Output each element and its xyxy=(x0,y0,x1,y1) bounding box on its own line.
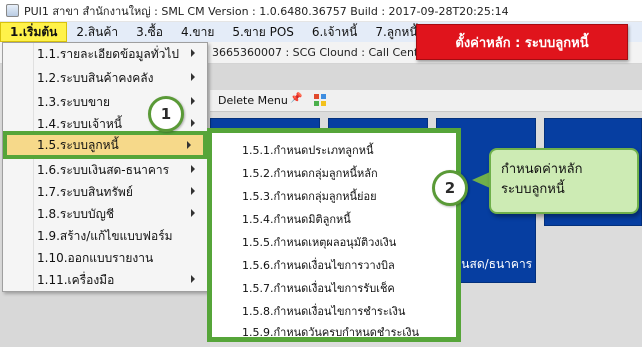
title-bar: PUI1 สาขา สำนักงานใหญ่ : SML CM Version … xyxy=(0,0,642,22)
sub-toolbar: Delete Menu 📌 xyxy=(210,90,642,112)
menu-item-label: 1.3.ระบบขาย xyxy=(37,94,110,109)
menu-pos[interactable]: 5.ขาย POS xyxy=(223,22,303,42)
callout-line-2: ระบบลูกหนี้ xyxy=(501,182,565,197)
menu-item-label: 1.10.ออกแบบรายงาน xyxy=(37,250,154,265)
debtors-submenu: 1.5.1.กำหนดประเภทลูกหนี้ 1.5.2.กำหนดกลุ่… xyxy=(207,128,461,342)
submenu-arrow-icon xyxy=(191,209,195,217)
menu-products[interactable]: 2.สินค้า xyxy=(67,22,127,42)
menu-item-general-info[interactable]: 1.1.รายละเอียดข้อมูลทั่วไป xyxy=(3,43,207,65)
submenu-arrow-icon xyxy=(187,141,191,149)
submenu-item-credit-approval-reasons[interactable]: 1.5.5.กำหนดเหตุผลอนุมัติวงเงิน xyxy=(242,231,396,252)
submenu-item-sub-debtor-groups[interactable]: 1.5.3.กำหนดกลุ่มลูกหนี้ย่อย xyxy=(242,185,377,206)
start-dropdown-menu: 1.1.รายละเอียดข้อมูลทั่วไป 1.2.ระบบสินค้… xyxy=(2,42,208,292)
step-1-marker: 1 xyxy=(148,96,184,132)
submenu-item-payment-due-days[interactable]: 1.5.9.กำหนดวันครบกำหนดชำระเงิน xyxy=(242,321,419,342)
status-text: 3665360007 : SCG Clound : Call Cent xyxy=(212,46,419,59)
grid-icon[interactable] xyxy=(314,94,326,106)
menu-item-inventory[interactable]: 1.2.ระบบสินค้าคงคลัง xyxy=(3,67,207,89)
menu-item-assets[interactable]: 1.7.ระบบสินทรัพย์ xyxy=(3,181,207,203)
menu-creditors[interactable]: 6.เจ้าหนี้ xyxy=(303,22,366,42)
submenu-item-debtor-dimensions[interactable]: 1.5.4.กำหนดมิติลูกหนี้ xyxy=(242,208,351,229)
menu-item-form-designer[interactable]: 1.9.สร้าง/แก้ไขแบบฟอร์ม xyxy=(3,225,207,247)
delete-menu-button[interactable]: Delete Menu xyxy=(218,94,288,107)
submenu-arrow-icon xyxy=(191,165,195,173)
submenu-arrow-icon xyxy=(191,187,195,195)
submenu-arrow-icon xyxy=(191,49,195,57)
menu-item-label: 1.5.ระบบลูกหนี้ xyxy=(37,137,119,152)
menu-item-label: 1.6.ระบบเงินสด-ธนาคาร xyxy=(37,162,170,177)
window-title: PUI1 สาขา สำนักงานใหญ่ : SML CM Version … xyxy=(24,4,509,18)
menu-item-label: 1.9.สร้าง/แก้ไขแบบฟอร์ม xyxy=(37,228,173,243)
section-banner: ตั้งค่าหลัก : ระบบลูกหนี้ xyxy=(416,24,628,60)
submenu-item-debtor-types[interactable]: 1.5.1.กำหนดประเภทลูกหนี้ xyxy=(242,139,373,160)
submenu-item-payment-conditions[interactable]: 1.5.8.กำหนดเงื่อนไขการชำระเงิน xyxy=(242,300,405,321)
menu-item-cash-bank[interactable]: 1.6.ระบบเงินสด-ธนาคาร xyxy=(3,159,207,181)
submenu-arrow-icon xyxy=(191,97,195,105)
menu-item-label: 1.11.เครื่องมือ xyxy=(37,272,115,287)
menu-start[interactable]: 1.เริ่มต้น xyxy=(0,22,68,42)
submenu-arrow-icon xyxy=(191,119,195,127)
menu-purchase[interactable]: 3.ซื้อ xyxy=(127,22,172,42)
menu-sales[interactable]: 4.ขาย xyxy=(172,22,223,42)
menu-item-label: 1.8.ระบบบัญชี xyxy=(37,206,115,221)
callout-line-1: กำหนดค่าหลัก xyxy=(501,162,583,177)
submenu-item-billing-conditions[interactable]: 1.5.6.กำหนดเงื่อนไขการวางบิล xyxy=(242,254,395,275)
menu-item-accounting[interactable]: 1.8.ระบบบัญชี xyxy=(3,203,207,225)
app-icon xyxy=(6,4,19,17)
menu-item-label: 1.1.รายละเอียดข้อมูลทั่วไป xyxy=(37,46,180,61)
menu-item-label: 1.7.ระบบสินทรัพย์ xyxy=(37,184,133,199)
callout-tail xyxy=(472,172,490,188)
menu-item-label: 1.2.ระบบสินค้าคงคลัง xyxy=(37,70,154,85)
submenu-item-main-debtor-groups[interactable]: 1.5.2.กำหนดกลุ่มลูกหนี้หลัก xyxy=(242,162,378,183)
submenu-item-cheque-conditions[interactable]: 1.5.7.กำหนดเงื่อนไขการรับเช็ค xyxy=(242,277,395,298)
menu-item-debtors-system[interactable]: 1.5.ระบบลูกหนี้ xyxy=(3,131,207,159)
menu-item-tools[interactable]: 1.11.เครื่องมือ xyxy=(3,269,207,291)
submenu-arrow-icon xyxy=(191,73,195,81)
menu-item-report-designer[interactable]: 1.10.ออกแบบรายงาน xyxy=(3,247,207,269)
submenu-arrow-icon xyxy=(191,275,195,283)
pin-icon[interactable]: 📌 xyxy=(290,93,302,105)
step-2-marker: 2 xyxy=(432,170,468,206)
callout-bubble: กำหนดค่าหลัก ระบบลูกหนี้ xyxy=(489,148,639,214)
